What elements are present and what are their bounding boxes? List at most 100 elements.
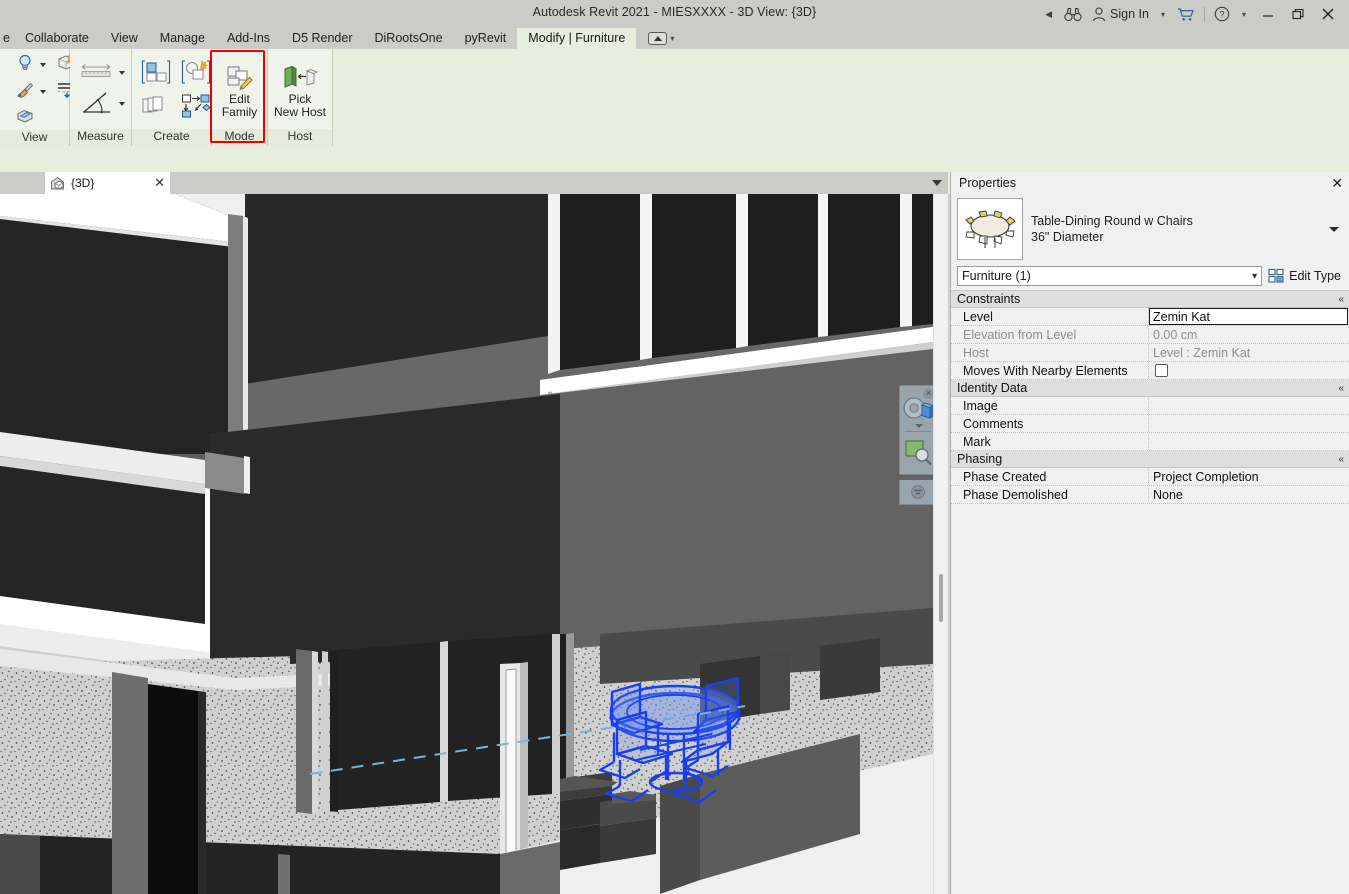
tab-view[interactable]: View <box>100 28 149 49</box>
measure-panel-label: Measure <box>70 129 131 146</box>
minimize-icon <box>1263 15 1273 17</box>
paintbrush-icon <box>17 82 34 99</box>
sign-in-dropdown-arrow-icon[interactable]: ▾ <box>1154 10 1172 19</box>
property-value-elevation-from-level: 0.00 cm <box>1153 327 1198 342</box>
account-person-icon <box>1092 7 1106 21</box>
table-row[interactable]: Phase Created Project Completion <box>951 468 1349 486</box>
measure-angle-button[interactable] <box>77 88 117 121</box>
element-filter-combobox[interactable]: Furniture (1) ▾ <box>957 266 1263 286</box>
binoculars-glyph <box>1064 7 1082 21</box>
tab-collaborate[interactable]: Collaborate <box>14 28 100 49</box>
property-value-level[interactable]: Zemin Kat <box>1149 308 1348 325</box>
collapse-left-arrow-icon[interactable]: ◀ <box>1040 0 1059 28</box>
collapse-group-icon[interactable]: « <box>1338 454 1344 465</box>
tab-d5-render[interactable]: D5 Render <box>281 28 363 49</box>
properties-panel-title: Properties <box>959 176 1016 190</box>
3d-viewport[interactable]: RIGHT BACK TOP <box>0 194 933 894</box>
angle-dropdown-arrow-icon[interactable] <box>119 102 125 106</box>
visibility-dropdown-arrow-icon[interactable] <box>40 62 46 67</box>
paint-button[interactable] <box>12 79 38 104</box>
lightbulb-icon <box>19 54 31 70</box>
close-window-button[interactable] <box>1313 0 1343 28</box>
table-row[interactable]: Comments <box>951 415 1349 433</box>
help-circle-icon[interactable]: ? <box>1209 0 1235 28</box>
property-value-phase-demolished[interactable]: None <box>1149 486 1349 503</box>
pick-new-host-button[interactable]: Pick New Host <box>272 61 328 120</box>
tab-collaborate-clipped[interactable]: e <box>0 28 14 49</box>
create-part-button[interactable] <box>138 92 174 123</box>
edit-family-label-line2: Family <box>221 104 258 119</box>
create-group-icon <box>181 59 211 84</box>
title-bar-right-controls: ◀ Sign In ▾ ? ▾ <box>1040 0 1343 28</box>
edit-family-pencil-icon <box>227 66 253 90</box>
type-selector[interactable]: Table-Dining Round w Chairs 36" Diameter <box>951 194 1349 266</box>
ribbon-display-options[interactable]: ▾ <box>648 28 674 49</box>
table-row[interactable]: Mark <box>951 433 1349 451</box>
properties-panel-close-icon[interactable]: ✕ <box>1331 175 1343 192</box>
paint-dropdown-arrow-icon[interactable] <box>40 89 46 94</box>
help-dropdown-arrow-icon[interactable]: ▾ <box>1235 10 1253 19</box>
minimize-button[interactable] <box>1253 0 1283 28</box>
property-value-host: Level : Zemin Kat <box>1153 345 1251 360</box>
view-tab-close-icon[interactable]: ✕ <box>154 175 165 191</box>
edit-family-button[interactable]: Edit Family <box>216 61 263 120</box>
ribbon-minimize-icon <box>648 32 668 45</box>
cutaway-box-button[interactable] <box>12 105 40 130</box>
property-value-mark[interactable] <box>1149 433 1349 450</box>
measure-dropdown-arrow-icon[interactable] <box>119 71 125 75</box>
property-group-identity-data[interactable]: Identity Data « <box>951 380 1349 397</box>
property-group-phasing[interactable]: Phasing « <box>951 451 1349 468</box>
create-group-button[interactable] <box>178 57 214 90</box>
tab-pyrevit[interactable]: pyRevit <box>454 28 518 49</box>
search-binoculars-icon[interactable] <box>1059 0 1087 28</box>
host-panel-label: Host <box>268 129 332 146</box>
create-assembly-icon <box>182 94 211 117</box>
tab-add-ins[interactable]: Add-Ins <box>216 28 281 49</box>
ribbon-options-arrow-icon: ▾ <box>670 34 675 43</box>
tab-modify-furniture[interactable]: Modify | Furniture <box>517 28 637 49</box>
visibility-graphics-button[interactable] <box>12 51 38 78</box>
view-panel-collapse-arrow-icon[interactable] <box>926 172 948 194</box>
edit-type-button[interactable]: Edit Type <box>1268 268 1343 284</box>
property-value-image[interactable] <box>1149 397 1349 414</box>
viewport-vertical-scrollbar[interactable] <box>933 194 948 894</box>
type-selector-dropdown-arrow-icon[interactable] <box>1325 226 1343 232</box>
tab-manage[interactable]: Manage <box>149 28 216 49</box>
property-name-host: Host <box>951 344 1149 361</box>
table-row[interactable]: Image <box>951 397 1349 415</box>
view-tab-3d[interactable]: {3D} ✕ <box>45 172 170 194</box>
property-value-phase-created[interactable]: Project Completion <box>1149 468 1349 485</box>
zoom-region-icon[interactable] <box>900 436 933 470</box>
property-value-comments[interactable] <box>1149 415 1349 432</box>
shopping-cart-icon[interactable] <box>1172 0 1200 28</box>
table-row[interactable]: Level Zemin Kat <box>951 308 1349 326</box>
type-name-block: Table-Dining Round w Chairs 36" Diameter <box>1031 213 1317 245</box>
navigation-bar[interactable]: × <box>899 385 933 475</box>
tab-dirootsone[interactable]: DiRootsOne <box>364 28 454 49</box>
create-part-icon <box>142 96 163 112</box>
restore-button[interactable] <box>1283 0 1313 28</box>
create-similar-button[interactable] <box>138 57 174 90</box>
property-group-constraints[interactable]: Constraints « <box>951 291 1349 308</box>
table-row[interactable]: Host Level : Zemin Kat <box>951 344 1349 362</box>
sign-in-button[interactable]: Sign In <box>1087 0 1154 28</box>
collapse-group-icon[interactable]: « <box>1338 383 1344 394</box>
collapse-group-icon[interactable]: « <box>1338 294 1344 305</box>
table-row[interactable]: Phase Demolished None <box>951 486 1349 504</box>
table-row[interactable]: Elevation from Level 0.00 cm <box>951 326 1349 344</box>
revit-application-window: Autodesk Revit 2021 - MIESXXXX - 3D View… <box>0 0 1349 894</box>
measure-between-refs-button[interactable] <box>77 60 117 87</box>
moves-with-nearby-elements-checkbox[interactable] <box>1155 364 1168 377</box>
navbar-dropdown-arrow-icon[interactable] <box>915 424 923 428</box>
table-row[interactable]: Moves With Nearby Elements <box>951 362 1349 380</box>
property-name-moves-with-nearby-elements: Moves With Nearby Elements <box>951 362 1149 379</box>
ribbon-empty-area <box>333 49 1349 146</box>
type-thumbnail <box>957 198 1023 260</box>
property-value-moves-with-nearby-elements[interactable] <box>1149 362 1349 379</box>
view-panel-label: View <box>0 130 69 146</box>
edit-type-grid-icon <box>1268 268 1284 283</box>
viewport-scrollbar-thumb[interactable] <box>939 574 943 622</box>
host-panel: Pick New Host Host <box>268 49 333 146</box>
navigation-bar-footer[interactable] <box>899 480 933 505</box>
svg-text:?: ? <box>1219 10 1224 21</box>
